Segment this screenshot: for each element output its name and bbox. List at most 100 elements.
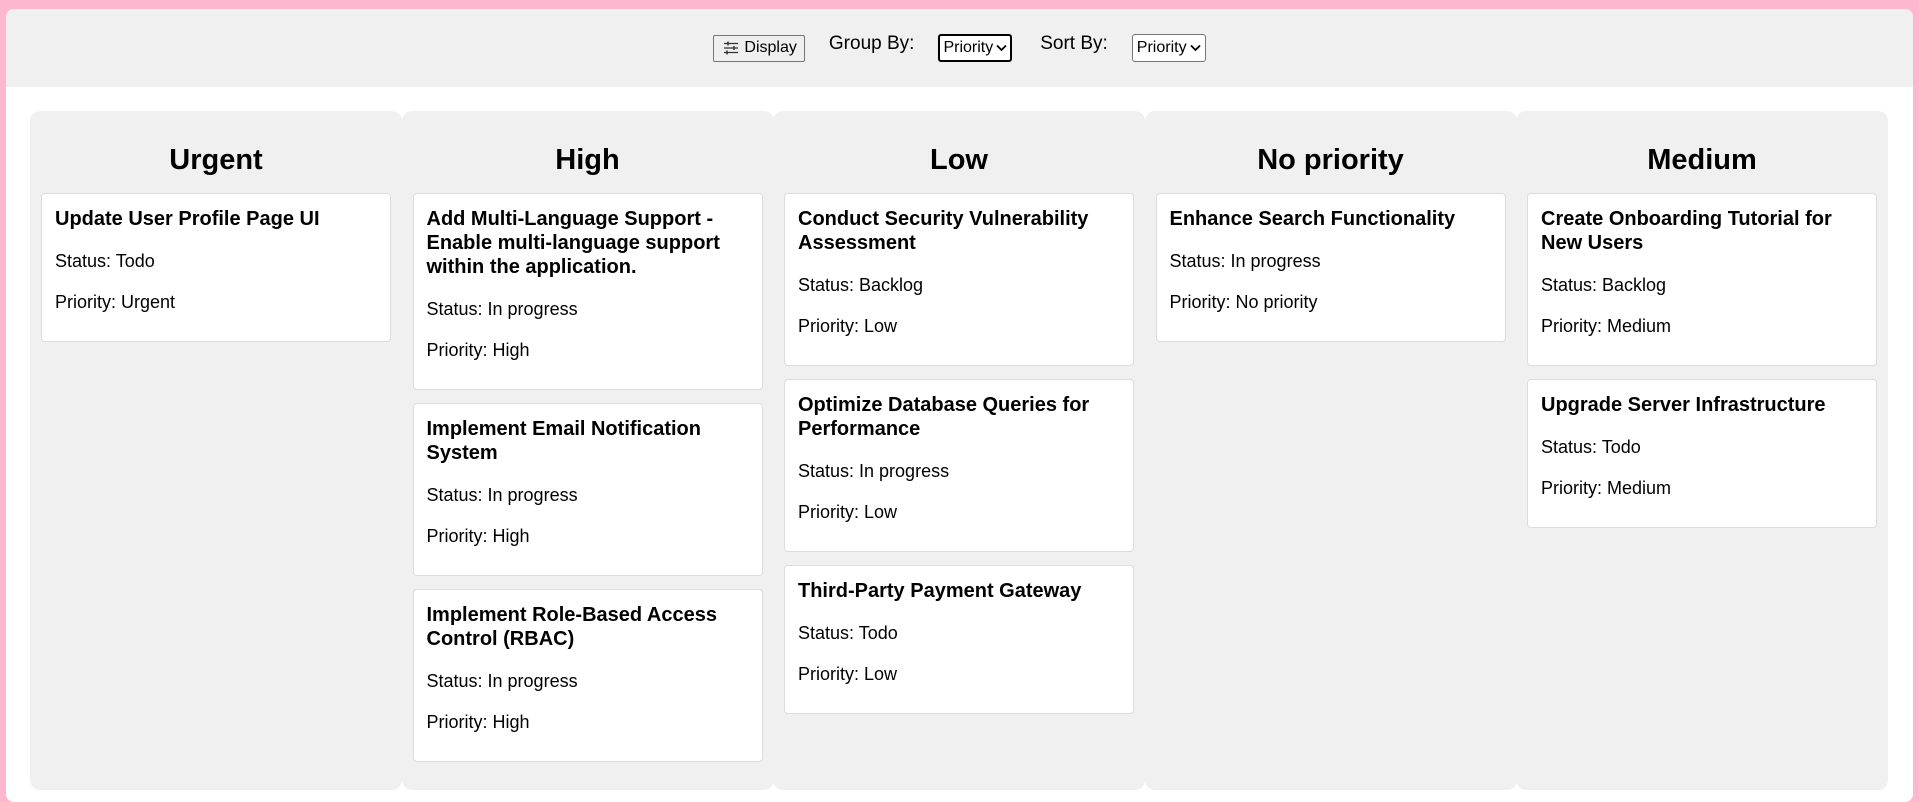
chevron-down-icon — [1189, 39, 1201, 57]
display-button-label: Display — [744, 39, 797, 56]
priority-label: Priority: — [1541, 316, 1608, 336]
task-card[interactable]: Upgrade Server Infrastructure Status: To… — [1527, 379, 1877, 528]
card-title: Implement Role-Based Access Control (RBA… — [426, 604, 717, 650]
priority-value: High — [492, 712, 530, 732]
priority-value: Low — [864, 316, 898, 336]
group-by-value: Priority — [943, 39, 994, 56]
card-title: Create Onboarding Tutorial for New Users — [1541, 208, 1832, 254]
status-value: Todo — [1601, 437, 1641, 457]
toolbar-controls: Display Group By: Priority Sort By: Prio… — [713, 32, 1206, 62]
status-label: Status: — [426, 671, 488, 691]
priority-value: No priority — [1235, 292, 1318, 312]
card-status: Status: Todo — [1541, 436, 1863, 458]
status-value: Backlog — [859, 275, 924, 295]
column-title: Urgent — [169, 144, 263, 176]
card-priority: Priority: Low — [798, 663, 1120, 685]
card-status: Status: In progress — [427, 484, 749, 506]
column-urgent: Urgent Update User Profile Page UI Statu… — [30, 111, 402, 790]
status-value: In progress — [1230, 251, 1321, 271]
status-value: In progress — [487, 299, 578, 319]
card-priority: Priority: Urgent — [55, 291, 377, 313]
card-title: Enhance Search Functionality — [1169, 208, 1456, 230]
status-value: In progress — [859, 461, 950, 481]
chevron-down-icon — [996, 39, 1007, 57]
priority-label: Priority: — [798, 316, 865, 336]
display-button[interactable]: Display — [713, 34, 805, 62]
status-value: In progress — [487, 485, 578, 505]
status-label: Status: — [1541, 437, 1602, 457]
column-no-priority: No priority Enhance Search Functionality… — [1144, 111, 1517, 790]
card-status: Status: In progress — [427, 670, 749, 692]
priority-label: Priority: — [426, 712, 493, 732]
app-window: Display Group By: Priority Sort By: Prio… — [6, 9, 1913, 802]
status-label: Status: — [55, 251, 116, 271]
status-label: Status: — [798, 623, 859, 643]
priority-value: Medium — [1607, 478, 1672, 498]
priority-label: Priority: — [426, 340, 493, 360]
task-card[interactable]: Optimize Database Queries for Performanc… — [784, 379, 1134, 552]
card-status: Status: Todo — [55, 250, 377, 272]
card-status: Status: In progress — [427, 298, 749, 320]
card-title: Third-Party Payment Gateway — [798, 580, 1082, 602]
column-title: Low — [930, 144, 988, 176]
task-card[interactable]: Add Multi-Language Support - Enable mult… — [412, 193, 763, 390]
card-priority: Priority: High — [427, 711, 749, 733]
status-value: Todo — [115, 251, 155, 271]
card-status: Status: Backlog — [798, 274, 1120, 296]
task-card[interactable]: Update User Profile Page UI Status: Todo… — [41, 193, 391, 342]
priority-label: Priority: — [1541, 478, 1608, 498]
priority-value: High — [492, 526, 530, 546]
toolbar: Display Group By: Priority Sort By: Prio… — [6, 9, 1913, 87]
card-priority: Priority: Low — [798, 315, 1120, 337]
status-label: Status: — [798, 275, 860, 295]
column-high: High Add Multi-Language Support - Enable… — [401, 111, 774, 790]
card-priority: Priority: Low — [798, 501, 1120, 523]
status-value: Backlog — [1602, 275, 1667, 295]
card-title: Update User Profile Page UI — [55, 208, 320, 230]
kanban-board: Urgent Update User Profile Page UI Statu… — [30, 111, 1888, 790]
card-status: Status: Todo — [798, 622, 1120, 644]
column-title: High — [555, 144, 620, 176]
sort-by-value: Priority — [1136, 39, 1187, 56]
priority-value: Urgent — [121, 292, 176, 312]
priority-value: Low — [864, 664, 898, 684]
task-card[interactable]: Implement Email Notification System Stat… — [412, 403, 763, 576]
card-title: Implement Email Notification System — [426, 418, 701, 464]
task-card[interactable]: Implement Role-Based Access Control (RBA… — [412, 589, 763, 762]
task-card[interactable]: Conduct Security Vulnerability Assessmen… — [784, 193, 1134, 366]
priority-label: Priority: — [426, 526, 493, 546]
status-label: Status: — [798, 461, 860, 481]
card-status: Status: In progress — [1170, 250, 1492, 272]
status-label: Status: — [426, 485, 488, 505]
group-by-select[interactable]: Priority — [938, 34, 1013, 62]
card-priority: Priority: Medium — [1541, 477, 1863, 499]
sort-by-select[interactable]: Priority — [1131, 34, 1206, 62]
card-title: Conduct Security Vulnerability Assessmen… — [798, 208, 1089, 254]
priority-label: Priority: — [55, 292, 122, 312]
card-priority: Priority: Medium — [1541, 315, 1863, 337]
column-title: No priority — [1257, 144, 1404, 176]
card-status: Status: Backlog — [1541, 274, 1863, 296]
column-low: Low Conduct Security Vulnerability Asses… — [773, 111, 1145, 790]
task-card[interactable]: Enhance Search Functionality Status: In … — [1155, 193, 1506, 342]
card-priority: Priority: No priority — [1170, 291, 1492, 313]
status-value: In progress — [487, 671, 578, 691]
card-priority: Priority: High — [427, 525, 749, 547]
status-label: Status: — [426, 299, 488, 319]
column-medium: Medium Create Onboarding Tutorial for Ne… — [1516, 111, 1888, 790]
priority-label: Priority: — [798, 502, 865, 522]
group-by-label: Group By: — [828, 33, 915, 54]
priority-value: High — [492, 340, 530, 360]
sort-by-label: Sort By: — [1040, 33, 1108, 54]
card-title: Add Multi-Language Support - Enable mult… — [426, 208, 720, 278]
status-label: Status: — [1169, 251, 1231, 271]
status-label: Status: — [1541, 275, 1603, 295]
card-title: Upgrade Server Infrastructure — [1541, 394, 1826, 416]
task-card[interactable]: Third-Party Payment Gateway Status: Todo… — [784, 565, 1134, 714]
card-priority: Priority: High — [427, 339, 749, 361]
task-card[interactable]: Create Onboarding Tutorial for New Users… — [1527, 193, 1877, 366]
priority-value: Medium — [1607, 316, 1672, 336]
priority-value: Low — [864, 502, 898, 522]
status-value: Todo — [858, 623, 898, 643]
priority-label: Priority: — [1169, 292, 1236, 312]
